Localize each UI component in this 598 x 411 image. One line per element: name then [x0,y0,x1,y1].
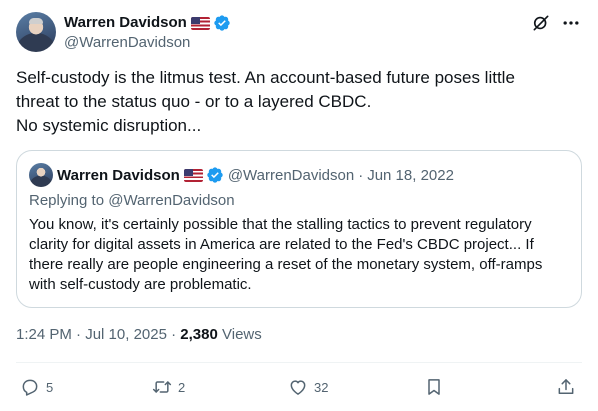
author-name-row: Warren Davidson [64,13,231,33]
replying-to-prefix: Replying to [29,192,105,209]
views-count: 2,380 [180,326,218,343]
reply-icon [22,379,38,396]
more-icon[interactable] [560,12,582,34]
repost-count: 2 [178,379,186,395]
share-icon [558,379,574,394]
author-display-name[interactable]: Warren Davidson [64,13,187,33]
us-flag-icon [183,168,203,182]
quoted-author-handle: @WarrenDavidson [227,166,355,184]
meta-separator: · [76,326,82,343]
quoted-tweet-header: Warren Davidson @WarrenDavidson · Jun 18… [57,165,454,185]
grok-icon[interactable] [530,12,552,34]
replying-to: Replying to @WarrenDavidson [29,191,235,211]
quoted-date: Jun 18, 2022 [367,166,454,184]
tweet-text-line: Self-custody is the litmus test. An acco… [16,68,515,87]
quoted-tweet[interactable]: Warren Davidson @WarrenDavidson · Jun 18… [16,150,582,308]
quoted-text-line: there really are people engineering a re… [29,256,543,273]
views-label: Views [222,326,262,343]
like-count: 32 [314,379,329,395]
verified-badge-icon [214,15,230,31]
author-handle[interactable]: @WarrenDavidson [64,33,190,53]
share-button[interactable] [556,375,576,399]
meta-separator: · [171,326,177,343]
tweet-time[interactable]: 1:24 PM [16,326,72,343]
bookmark-icon [428,379,440,395]
author-avatar[interactable] [16,12,56,52]
repost-icon [152,381,172,393]
reply-count: 5 [46,379,54,395]
tweet-meta: 1:24 PM · Jul 10, 2025 · 2,380 Views [16,325,262,345]
tweet-text-line: No systemic disruption... [16,116,202,135]
actions-divider [16,362,582,363]
tweet-date[interactable]: Jul 10, 2025 [85,326,167,343]
bookmark-button[interactable] [424,375,444,399]
quoted-separator: · [358,166,364,184]
quoted-author-display-name: Warren Davidson [57,166,180,184]
quoted-text-line: with self-custody are problematic. [29,276,252,293]
quoted-text-line: clarity for digital assets in America ar… [29,236,534,253]
header-actions [530,12,582,34]
quoted-author-avatar [29,163,53,187]
us-flag-icon [190,16,210,30]
reply-button[interactable]: 5 [20,375,53,399]
tweet-text: Self-custody is the litmus test. An acco… [16,66,582,138]
tweet-text-line: threat to the status quo - or to a layer… [16,92,372,111]
like-icon [290,380,306,395]
quoted-text-line: You know, it's certainly possible that t… [29,216,532,233]
tweet-header: Warren Davidson @WarrenDavidson [16,12,582,52]
verified-badge-icon [207,167,223,183]
replying-to-handle: @WarrenDavidson [108,192,235,209]
tweet-actions: 5 2 32 [16,375,582,399]
repost-button[interactable]: 2 [152,375,185,399]
like-button[interactable]: 32 [288,375,328,399]
quoted-tweet-text: You know, it's certainly possible that t… [29,215,569,295]
